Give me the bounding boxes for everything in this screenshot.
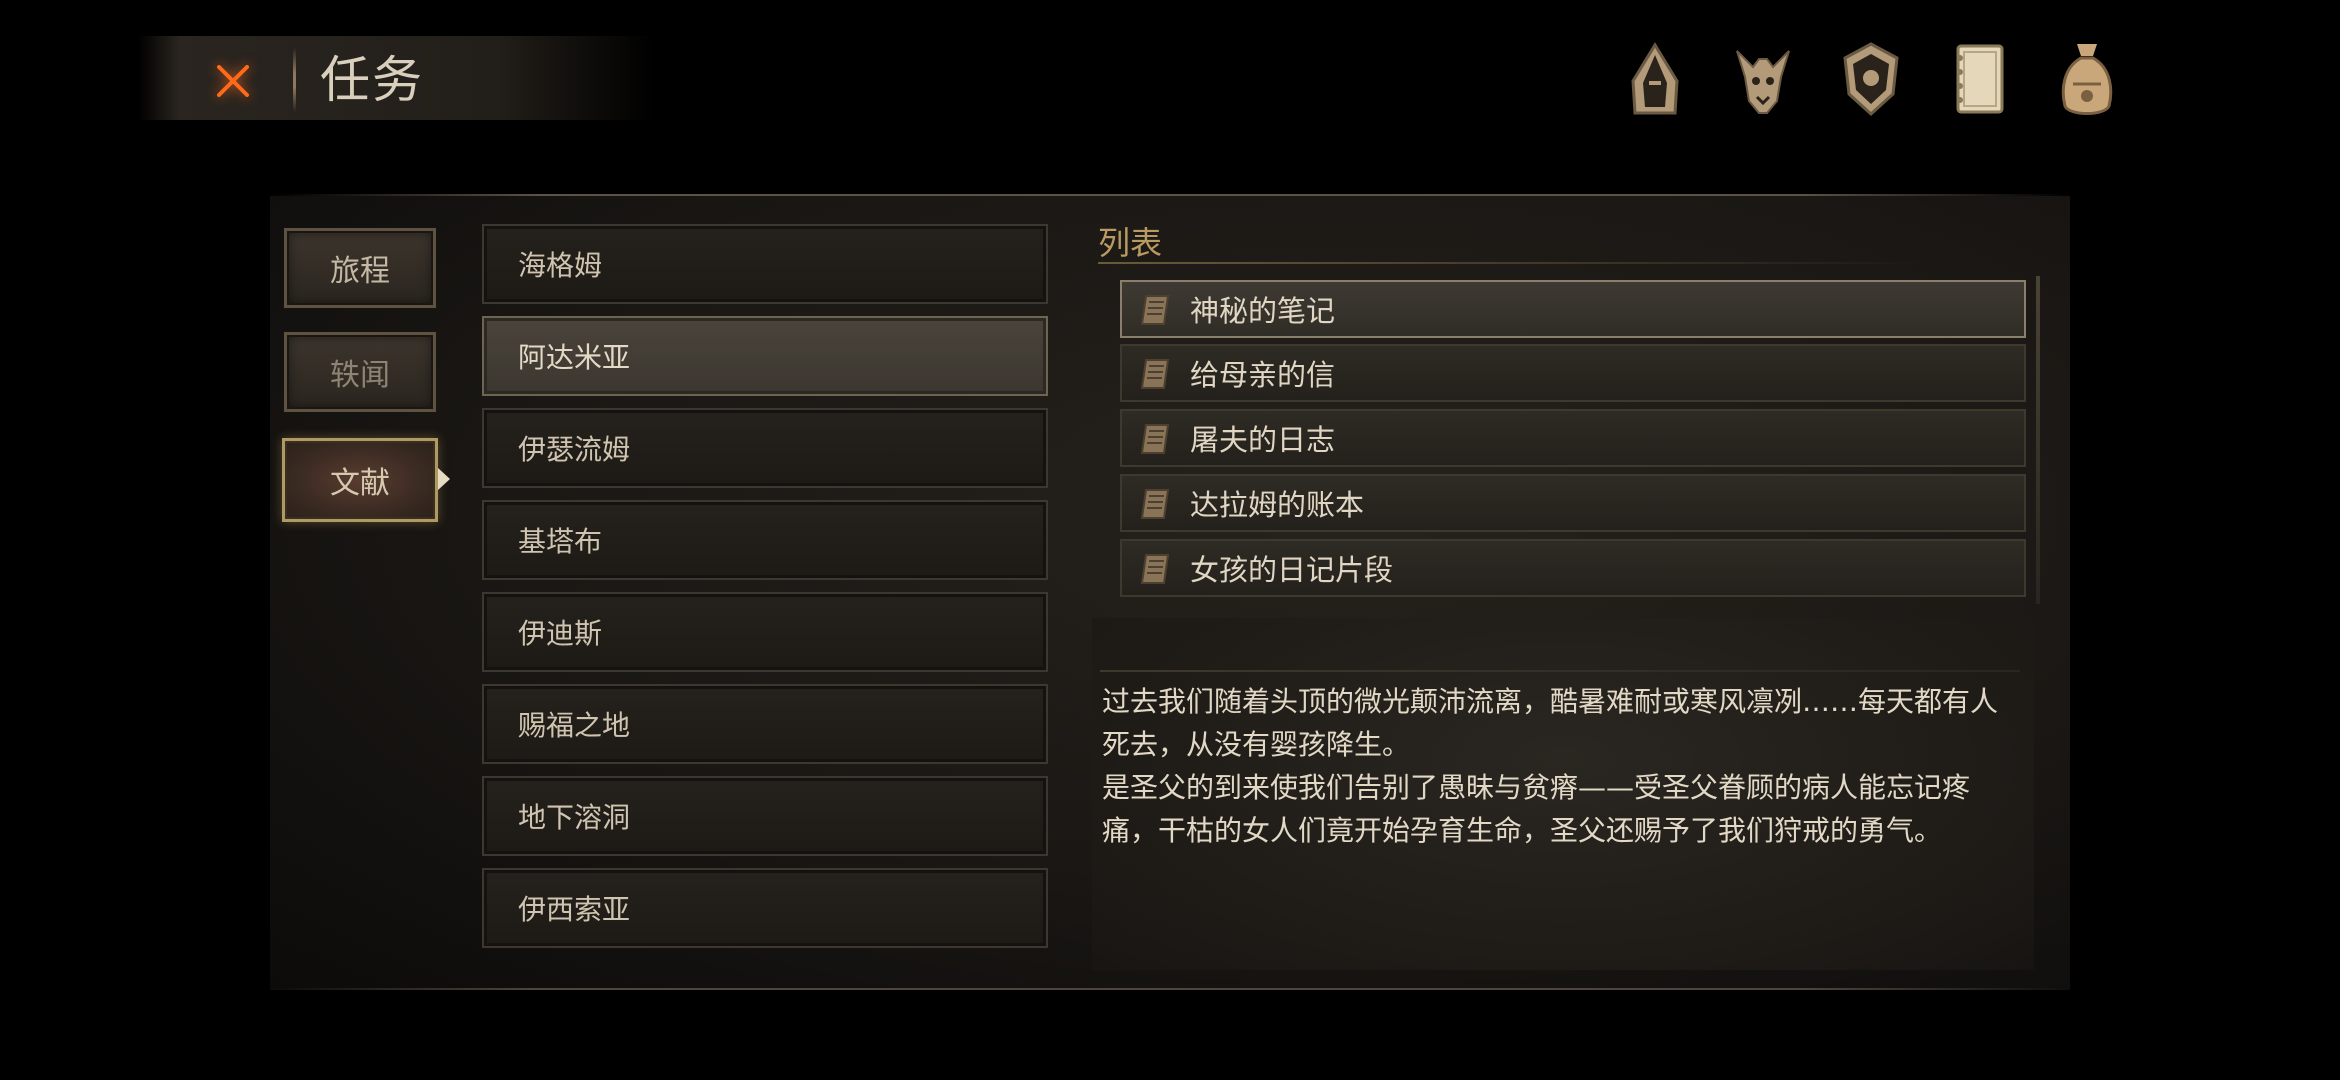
scroll-icon (1140, 359, 1170, 389)
document-item-label: 神秘的笔记 (1190, 294, 1336, 328)
document-item-label: 给母亲的信 (1190, 358, 1336, 392)
selected-tab-arrow-icon (438, 468, 450, 490)
document-list-scrollbar[interactable] (2036, 276, 2040, 604)
document-item-label: 女孩的日记片段 (1190, 553, 1394, 587)
shield-sun-emblem-icon[interactable] (1836, 34, 1906, 124)
journal-book-icon[interactable] (1944, 34, 2014, 124)
list-heading: 列表 (1098, 224, 1163, 262)
document-item-label: 屠夫的日志 (1190, 423, 1336, 457)
region-item[interactable]: 海格姆 (482, 224, 1048, 304)
tab-documents[interactable]: 文献 (282, 438, 438, 522)
header-divider (293, 48, 296, 112)
region-item[interactable]: 地下溶洞 (482, 776, 1048, 856)
panel-divider-top (270, 194, 2070, 196)
scroll-icon (1140, 554, 1170, 584)
document-item[interactable]: 女孩的日记片段 (1120, 539, 2026, 597)
region-item[interactable]: 伊迪斯 (482, 592, 1048, 672)
list-heading-underline (1098, 262, 1928, 264)
horned-beast-icon[interactable] (1728, 34, 1798, 124)
panel-divider-bottom (270, 988, 2070, 990)
close-x-icon (217, 65, 249, 97)
tab-journey[interactable]: 旅程 (284, 228, 436, 308)
coin-pouch-icon[interactable] (2052, 34, 2122, 124)
hooded-helmet-icon[interactable] (1620, 34, 1690, 124)
scroll-icon (1140, 424, 1170, 454)
region-item[interactable]: 伊西索亚 (482, 868, 1048, 948)
document-item[interactable]: 给母亲的信 (1120, 344, 2026, 402)
region-item[interactable]: 基塔布 (482, 500, 1048, 580)
region-item[interactable]: 伊瑟流姆 (482, 408, 1048, 488)
document-item-label: 达拉姆的账本 (1190, 488, 1365, 522)
page-title: 任务 (320, 51, 424, 109)
region-item[interactable]: 赐福之地 (482, 684, 1048, 764)
region-item-selected[interactable]: 阿达米亚 (482, 316, 1048, 396)
scroll-icon (1140, 295, 1170, 325)
scroll-icon (1140, 489, 1170, 519)
document-body-text: 过去我们随着头顶的微光颠沛流离，酷暑难耐或寒风凛冽……每天都有人死去，从没有婴孩… (1102, 685, 1999, 847)
document-item[interactable]: 达拉姆的账本 (1120, 474, 2026, 532)
top-nav (1620, 34, 2120, 124)
tab-anecdotes[interactable]: 轶闻 (284, 332, 436, 412)
document-text-divider (1100, 670, 2020, 672)
document-item[interactable]: 屠夫的日志 (1120, 409, 2026, 467)
close-button[interactable] (208, 58, 258, 104)
document-item-selected[interactable]: 神秘的笔记 (1120, 280, 2026, 338)
